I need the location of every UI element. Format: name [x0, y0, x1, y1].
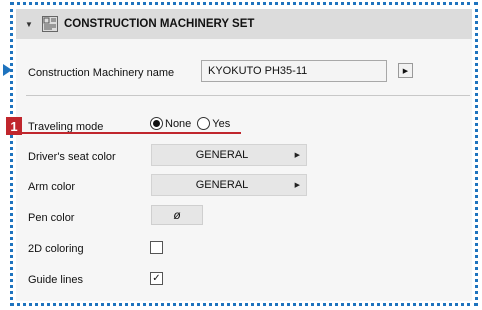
arm-color-dropdown[interactable]: GENERAL ▶ — [151, 174, 307, 196]
coloring-2d-row: 2D coloring — [16, 237, 472, 261]
coloring-2d-label: 2D coloring — [28, 243, 84, 255]
drivers-seat-color-label: Driver's seat color — [28, 151, 116, 163]
guide-lines-row: Guide lines ✓ — [16, 268, 472, 292]
machinery-name-arrow-button[interactable]: ▶ — [398, 63, 413, 78]
construction-machinery-panel: ▼ CONSTRUCTION MACHINERY SET Constructio… — [16, 9, 472, 301]
arrow-right-icon: ▶ — [402, 67, 409, 75]
pen-color-label: Pen color — [28, 212, 75, 224]
pointer-arrow-icon — [3, 64, 12, 76]
traveling-mode-yes-radio[interactable] — [197, 117, 211, 130]
machinery-set-icon — [42, 16, 58, 32]
chevron-down-icon[interactable]: ▼ — [24, 19, 34, 29]
arrow-right-icon: ▶ — [294, 152, 300, 159]
machinery-name-label: Construction Machinery name — [28, 67, 175, 79]
step-marker-underline — [16, 132, 241, 134]
drivers-seat-color-dropdown[interactable]: GENERAL ▶ — [151, 144, 307, 166]
guide-lines-label: Guide lines — [28, 274, 84, 286]
checkmark-icon: ✓ — [152, 273, 161, 284]
machinery-name-field[interactable]: KYOKUTO PH35-11 — [201, 60, 387, 82]
section-divider — [26, 95, 470, 96]
arm-color-row: Arm color GENERAL ▶ — [16, 174, 472, 199]
arm-color-label: Arm color — [28, 181, 76, 193]
traveling-mode-yes-label[interactable]: Yes — [212, 118, 230, 130]
arm-color-value: GENERAL — [195, 179, 249, 191]
traveling-mode-none-label[interactable]: None — [165, 118, 191, 130]
machinery-name-row: Construction Machinery name KYOKUTO PH35… — [16, 60, 472, 85]
coloring-2d-checkbox[interactable] — [150, 241, 163, 254]
guide-lines-checkbox[interactable]: ✓ — [150, 272, 163, 285]
pen-color-row: Pen color ø — [16, 205, 472, 230]
radio-selected-dot — [153, 120, 160, 127]
traveling-mode-radio-group: None Yes — [150, 117, 236, 130]
panel-title: CONSTRUCTION MACHINERY SET — [64, 18, 255, 30]
traveling-mode-row: Traveling mode None Yes — [16, 115, 472, 139]
pen-color-button[interactable]: ø — [151, 205, 203, 225]
drivers-seat-color-value: GENERAL — [195, 149, 249, 161]
arrow-right-icon: ▶ — [294, 182, 300, 189]
traveling-mode-none-radio[interactable] — [150, 117, 163, 130]
drivers-seat-color-row: Driver's seat color GENERAL ▶ — [16, 144, 472, 169]
panel-header[interactable]: ▼ CONSTRUCTION MACHINERY SET — [16, 9, 472, 39]
